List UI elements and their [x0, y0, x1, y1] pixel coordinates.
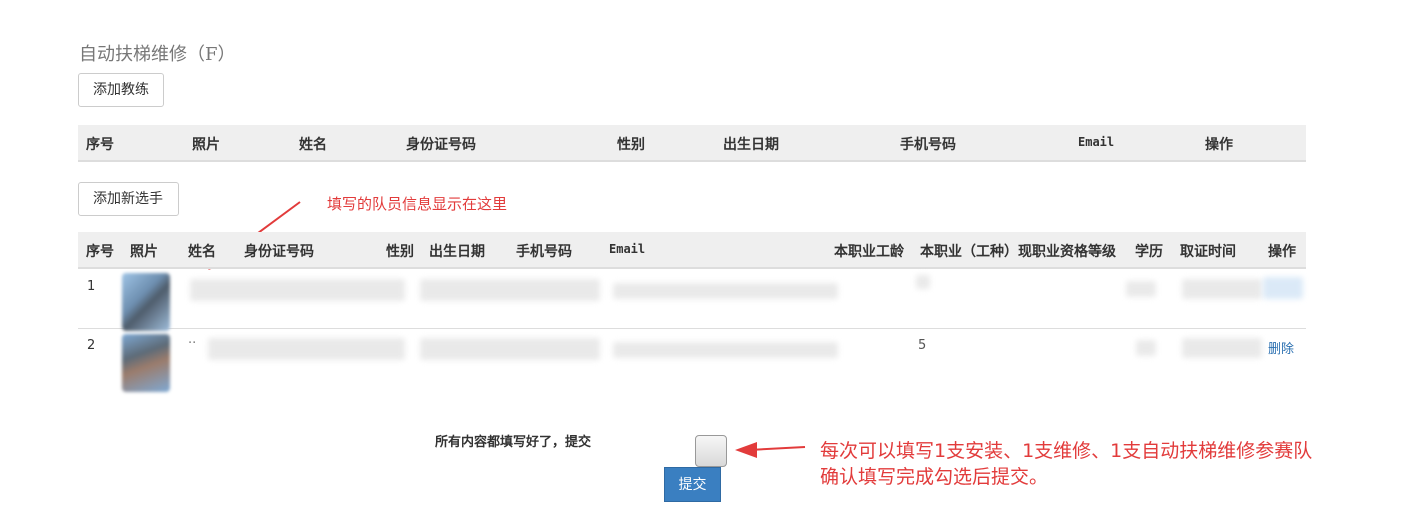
- redacted-email: [613, 283, 838, 299]
- player-photo: [122, 334, 170, 392]
- players-col-name: 姓名: [188, 244, 216, 260]
- coach-col-index: 序号: [86, 137, 114, 153]
- players-col-education: 学历: [1135, 244, 1163, 260]
- players-col-action: 操作: [1268, 244, 1296, 260]
- row-partial-name: ··: [188, 336, 197, 351]
- players-table-header: 序号 照片 姓名 身份证号码 性别 出生日期 手机号码 Email 本职业工龄 …: [78, 232, 1306, 269]
- coach-col-email: Email: [1078, 135, 1115, 149]
- redacted-cert-date: [1182, 338, 1262, 358]
- annotation-arrow-bottom-icon: [735, 442, 806, 458]
- coach-col-action: 操作: [1205, 137, 1233, 153]
- row-index: 1: [87, 279, 96, 294]
- redacted-education: [1126, 281, 1156, 297]
- table-row: 2 ·· 5 删除: [78, 328, 1306, 392]
- coach-table-header: 序号 照片 姓名 身份证号码 性别 出生日期 手机号码 Email 操作: [78, 125, 1306, 162]
- players-col-photo: 照片: [130, 244, 158, 260]
- coach-col-id: 身份证号码: [406, 137, 476, 153]
- annotation-bottom-line2: 确认填写完成勾选后提交。: [820, 466, 1049, 488]
- coach-col-phone: 手机号码: [900, 137, 956, 153]
- redacted-cert-date: [1182, 279, 1262, 299]
- section-title: 自动扶梯维修（F）: [79, 44, 236, 65]
- redacted-trade: [916, 275, 930, 289]
- players-col-cert-date: 取证时间: [1180, 244, 1236, 260]
- submit-button[interactable]: 提交: [664, 467, 721, 502]
- annotation-bottom-line1: 每次可以填写1支安装、1支维修、1支自动扶梯维修参赛队: [820, 440, 1313, 462]
- confirm-label: 所有内容都填写好了，提交: [435, 435, 592, 450]
- players-col-seniority: 本职业工龄: [834, 244, 904, 260]
- table-row: 1: [78, 269, 1306, 331]
- player-photo: [122, 273, 170, 331]
- players-col-birth: 出生日期: [429, 244, 485, 260]
- players-col-id: 身份证号码: [244, 244, 314, 260]
- redacted-email: [613, 342, 838, 358]
- coach-col-gender: 性别: [617, 137, 645, 153]
- row-partial-level: 5: [918, 338, 927, 353]
- add-coach-button[interactable]: 添加教练: [78, 73, 164, 107]
- row-index: 2: [87, 338, 96, 353]
- players-col-email: Email: [609, 242, 646, 256]
- players-col-trade: 本职业（工种）: [920, 244, 1018, 260]
- add-player-button[interactable]: 添加新选手: [78, 182, 179, 216]
- players-col-phone: 手机号码: [516, 244, 572, 260]
- players-col-index: 序号: [86, 244, 114, 260]
- redacted-action: [1263, 277, 1303, 299]
- coach-col-birth: 出生日期: [723, 137, 779, 153]
- redacted-gender-birth: [420, 279, 600, 301]
- redacted-name-id: [190, 279, 405, 301]
- players-col-gender: 性别: [386, 244, 414, 260]
- coach-col-photo: 照片: [192, 137, 220, 153]
- redacted-gender-birth: [420, 338, 600, 360]
- delete-link[interactable]: 删除: [1268, 338, 1294, 357]
- players-col-qualification: 现职业资格等级: [1018, 244, 1116, 260]
- redacted-name-id: [208, 338, 405, 360]
- annotation-top: 填写的队员信息显示在这里: [327, 195, 508, 213]
- redacted-education: [1136, 340, 1156, 356]
- coach-col-name: 姓名: [299, 137, 327, 153]
- confirm-checkbox[interactable]: [695, 435, 727, 467]
